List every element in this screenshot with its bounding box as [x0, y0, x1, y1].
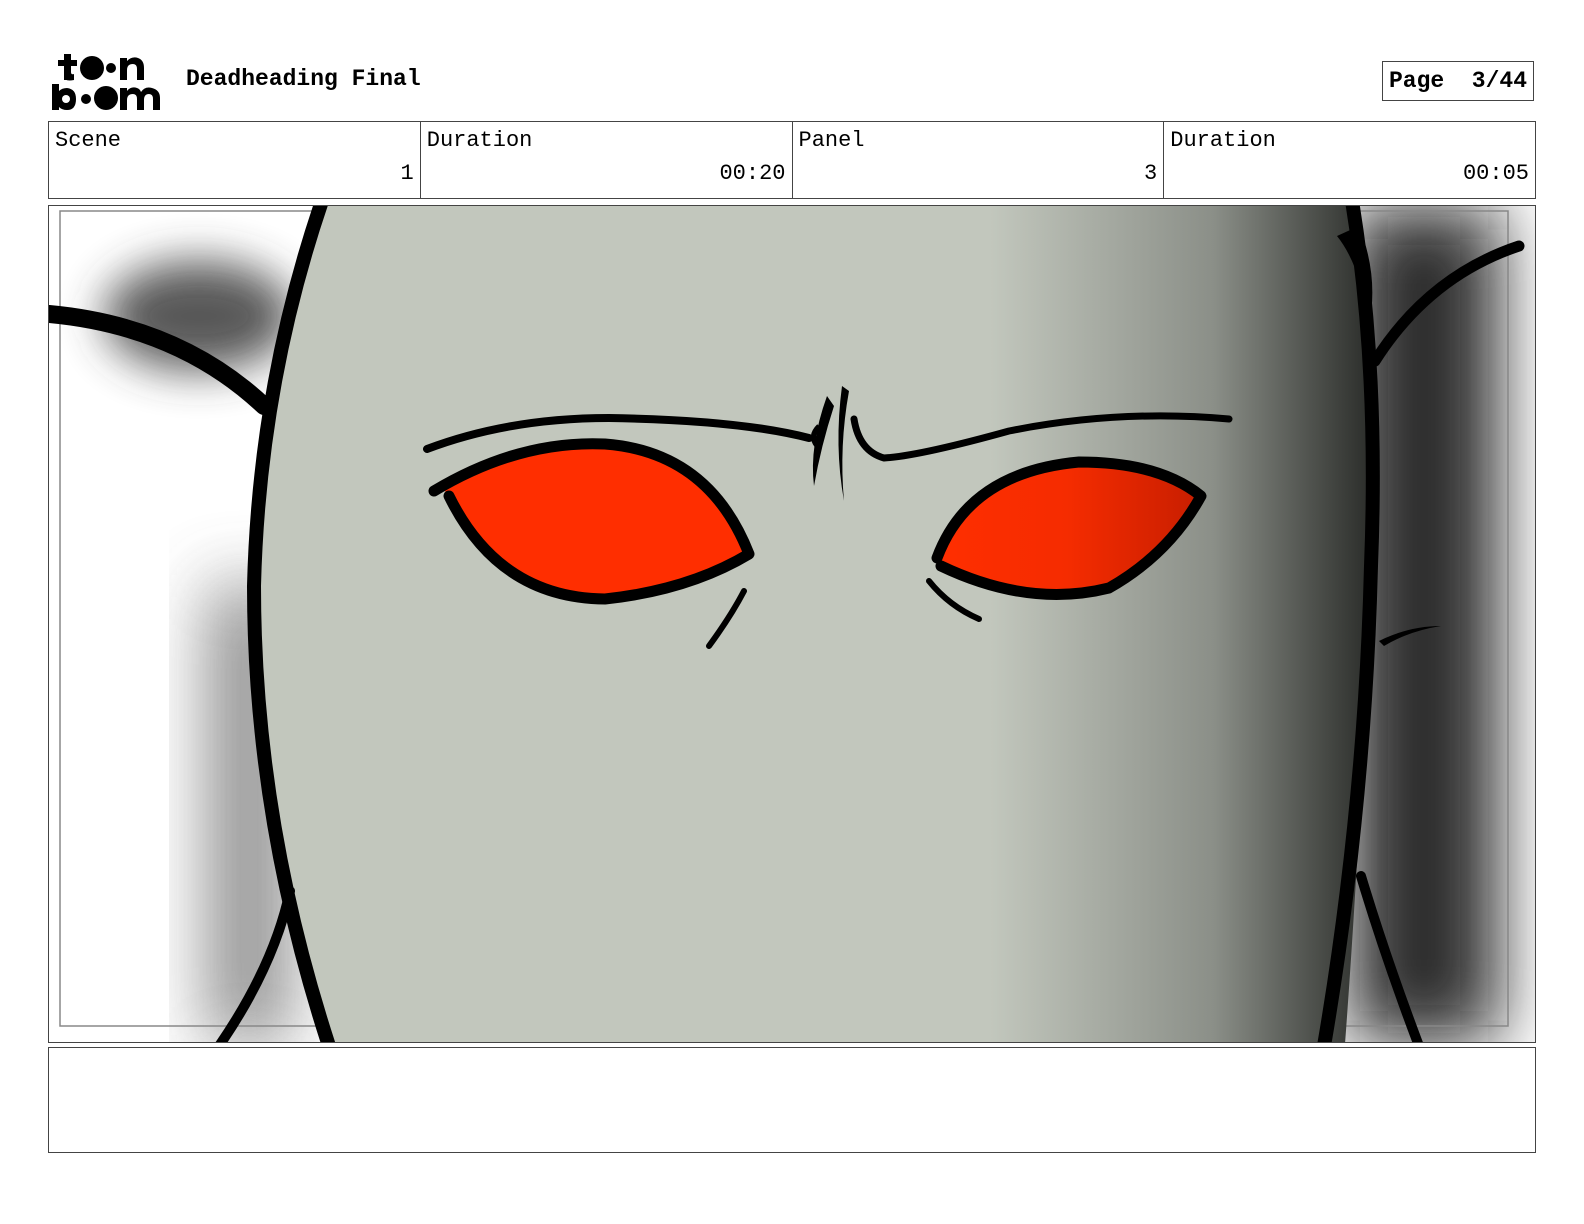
page-indicator: Page 3/44 [1382, 61, 1534, 101]
project-title: Deadheading Final [186, 66, 421, 92]
scene-label: Scene [55, 128, 122, 153]
scene-info-row: Scene 1 Duration 00:20 Panel 3 Duration … [48, 121, 1536, 199]
panel-duration-value: 00:05 [1462, 161, 1529, 186]
creature-head [254, 206, 1370, 1042]
panel-image-frame [48, 205, 1536, 1043]
toon-boom-logo [50, 50, 166, 112]
scene-cell: Scene 1 [49, 122, 421, 198]
caption-box [48, 1047, 1536, 1153]
scene-duration-cell: Duration 00:20 [421, 122, 793, 198]
page-label: Page [1388, 68, 1445, 94]
scene-value: 1 [400, 161, 414, 186]
panel-duration-cell: Duration 00:05 [1164, 122, 1535, 198]
panel-label: Panel [798, 128, 865, 153]
page-number: 3/44 [1471, 68, 1528, 94]
panel-cell: Panel 3 [793, 122, 1165, 198]
panel-value: 3 [1144, 161, 1158, 186]
scene-duration-label: Duration [426, 128, 533, 153]
panel-illustration [49, 206, 1525, 1042]
scene-duration-value: 00:20 [719, 161, 786, 186]
panel-duration-label: Duration [1170, 128, 1276, 153]
